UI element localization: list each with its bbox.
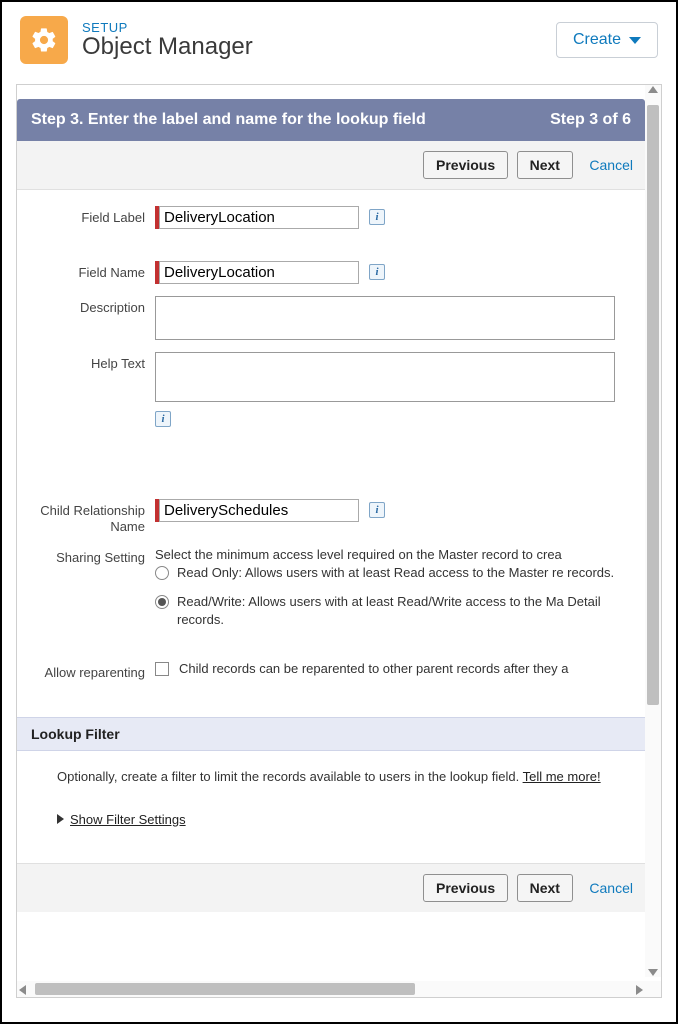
sharing-intro-text: Select the minimum access level required… [155, 546, 631, 564]
info-icon[interactable] [155, 411, 171, 427]
cancel-link[interactable]: Cancel [589, 880, 633, 896]
info-icon[interactable] [369, 209, 385, 225]
help-text-label: Help Text [17, 352, 155, 372]
setup-gear-icon [20, 16, 68, 64]
top-button-row: Previous Next Cancel [17, 141, 645, 190]
field-name-label: Field Name [17, 261, 155, 281]
create-button-label: Create [573, 31, 621, 49]
field-label-input[interactable] [159, 206, 359, 229]
allow-reparenting-text: Child records can be reparented to other… [179, 661, 569, 676]
create-button[interactable]: Create [556, 22, 658, 58]
child-relationship-input[interactable] [159, 499, 359, 522]
radio-read-only-label: Read Only: Allows users with at least Re… [177, 564, 614, 582]
bottom-button-row: Previous Next Cancel [17, 863, 645, 912]
vertical-scrollbar[interactable] [645, 85, 661, 977]
scrollbar-thumb[interactable] [35, 983, 415, 995]
radio-read-write-label: Read/Write: Allows users with at least R… [177, 593, 631, 629]
page-title: Object Manager [82, 33, 556, 61]
lookup-filter-header: Lookup Filter [17, 717, 645, 751]
next-button[interactable]: Next [517, 151, 573, 179]
description-textarea[interactable] [155, 296, 615, 340]
step-counter: Step 3 of 6 [550, 111, 631, 129]
scrollbar-thumb[interactable] [647, 105, 659, 705]
tell-me-more-link[interactable]: Tell me more! [523, 769, 601, 784]
lookup-filter-desc: Optionally, create a filter to limit the… [57, 769, 523, 784]
previous-button[interactable]: Previous [423, 874, 508, 902]
radio-read-write[interactable] [155, 595, 169, 609]
triangle-right-icon [57, 814, 64, 824]
wizard-step-bar: Step 3. Enter the label and name for the… [17, 99, 645, 141]
step-title: Step 3. Enter the label and name for the… [31, 111, 426, 129]
info-icon[interactable] [369, 502, 385, 518]
sharing-setting-label: Sharing Setting [17, 546, 155, 566]
scrollbar-corner [645, 981, 661, 997]
field-name-input[interactable] [159, 261, 359, 284]
radio-read-only[interactable] [155, 566, 169, 580]
field-label-label: Field Label [17, 206, 155, 226]
child-relationship-label: Child Relationship Name [17, 499, 155, 534]
next-button[interactable]: Next [517, 874, 573, 902]
info-icon[interactable] [369, 264, 385, 280]
previous-button[interactable]: Previous [423, 151, 508, 179]
cancel-link[interactable]: Cancel [589, 157, 633, 173]
show-filter-settings-link[interactable]: Show Filter Settings [70, 812, 186, 827]
help-text-textarea[interactable] [155, 352, 615, 402]
horizontal-scrollbar[interactable] [17, 981, 645, 997]
description-label: Description [17, 296, 155, 316]
allow-reparenting-checkbox[interactable] [155, 662, 169, 676]
allow-reparenting-label: Allow reparenting [17, 661, 155, 681]
chevron-down-icon [629, 37, 641, 44]
